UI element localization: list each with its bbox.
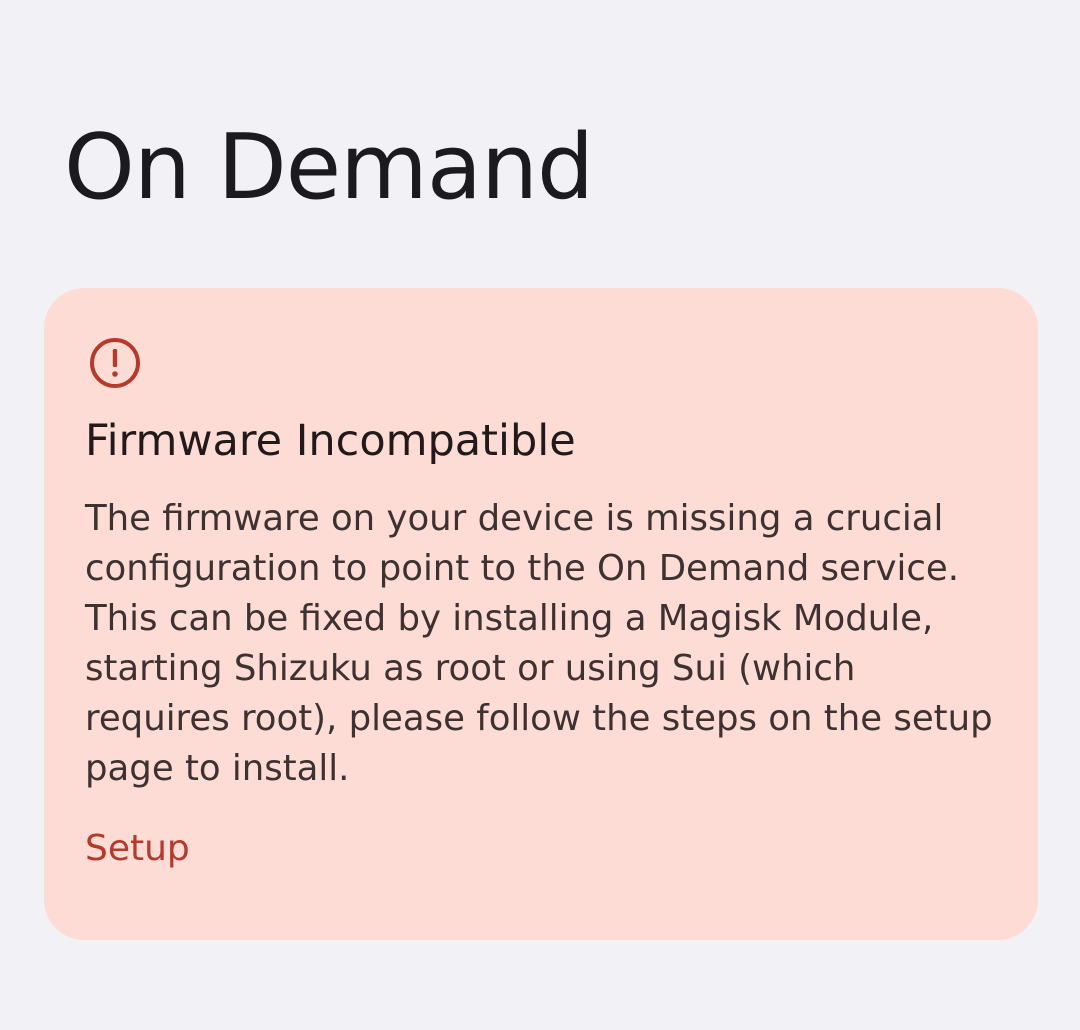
setup-button[interactable]: Setup: [85, 824, 190, 874]
page-title: On Demand: [64, 115, 594, 220]
card-message: The firmware on your device is missing a…: [85, 498, 993, 789]
error-outline-icon: [88, 336, 142, 390]
card-title: Firmware Incompatible: [85, 416, 576, 466]
firmware-warning-card: Firmware Incompatible The firmware on yo…: [44, 288, 1038, 940]
